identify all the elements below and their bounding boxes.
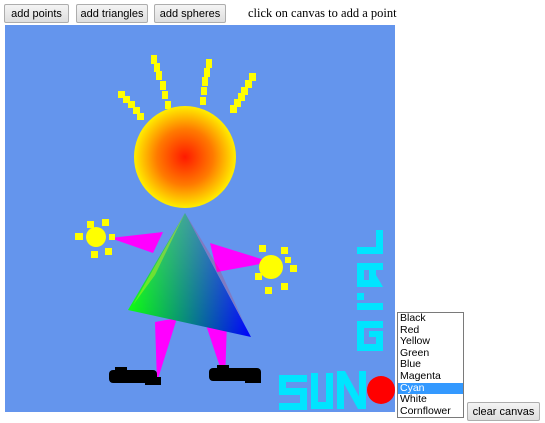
- left-hand: [75, 219, 115, 258]
- left-leg: [155, 318, 177, 382]
- color-option-white[interactable]: White: [398, 394, 463, 406]
- left-arm: [110, 232, 163, 253]
- instruction-text: click on canvas to add a point: [248, 6, 397, 20]
- add-spheres-button[interactable]: add spheres: [154, 4, 226, 23]
- drawing-canvas[interactable]: [5, 25, 395, 412]
- canvas-drawing: [75, 55, 395, 410]
- red-sphere: [367, 376, 395, 404]
- color-option-magenta[interactable]: Magenta: [398, 370, 463, 383]
- add-points-button[interactable]: add points: [4, 4, 69, 23]
- right-shoe: [209, 365, 261, 383]
- sun-girl-lettering: [279, 230, 383, 410]
- clear-canvas-button[interactable]: clear canvas: [467, 402, 540, 421]
- color-listbox[interactable]: Black Red Yellow Green Blue Magenta Cyan…: [397, 312, 464, 418]
- color-option-black[interactable]: Black: [398, 313, 463, 325]
- color-option-cornflower[interactable]: Cornflower: [398, 405, 463, 417]
- left-shoe: [109, 367, 161, 385]
- add-triangles-button[interactable]: add triangles: [76, 4, 148, 23]
- body-triangle: [128, 213, 251, 337]
- right-hand: [255, 245, 297, 294]
- sun-head: [134, 106, 236, 208]
